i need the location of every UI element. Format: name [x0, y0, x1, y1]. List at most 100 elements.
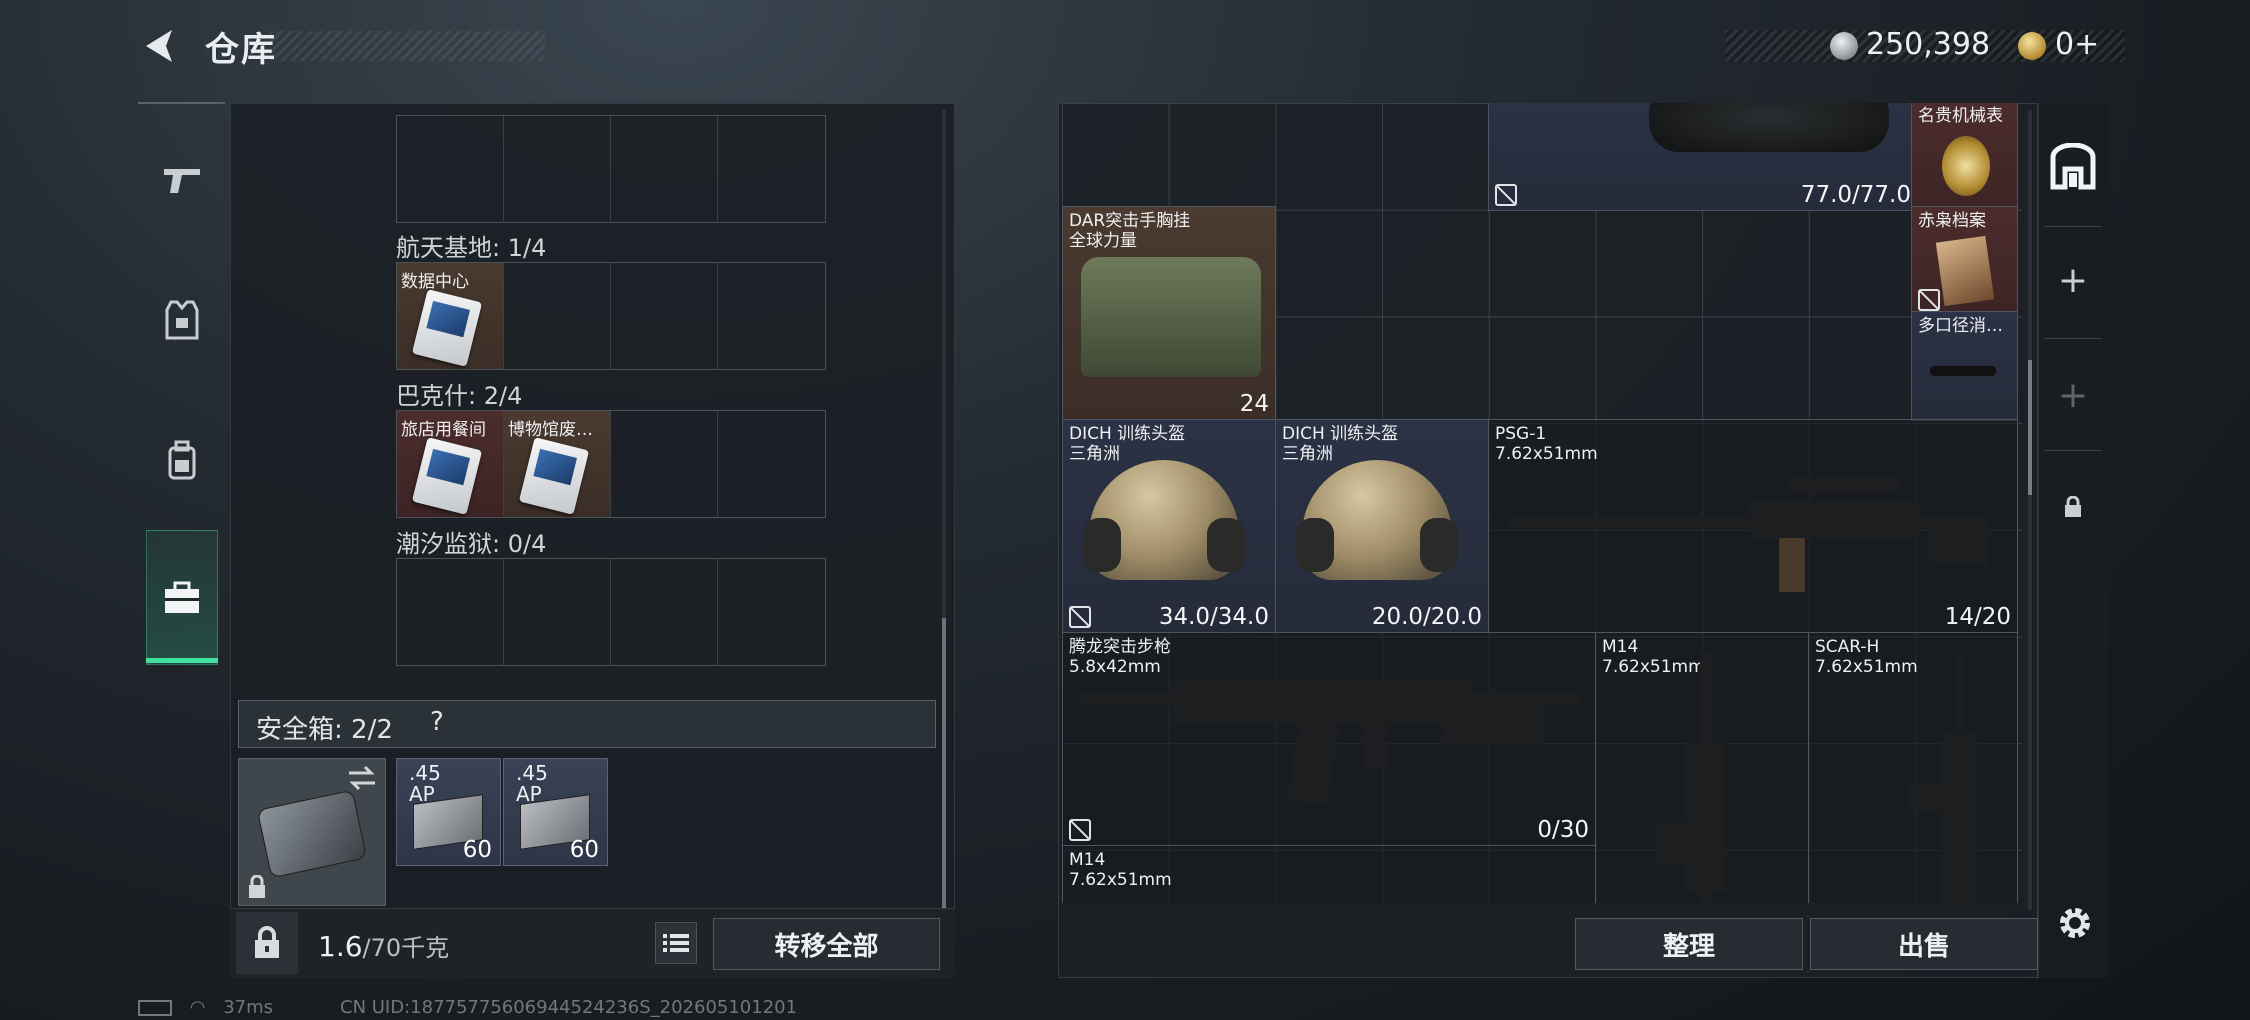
backpack-icon [168, 440, 195, 480]
bond-amount[interactable]: 0+ [2055, 27, 2099, 62]
grid-slot[interactable] [718, 559, 825, 665]
item-name: PSG-1 7.62x51mm [1495, 424, 1598, 464]
grid-slot[interactable] [611, 263, 718, 369]
page-title: 仓库 [205, 30, 277, 70]
sidebar-divider [2044, 450, 2102, 451]
stash-item[interactable]: DICH 训练头盔 三角洲 34.0/34.0 [1062, 419, 1276, 633]
help-icon[interactable]: ? [430, 707, 444, 737]
ammo-item[interactable]: .45 AP 60 [503, 758, 608, 866]
stash-item[interactable]: M14 7.62x51mm [1062, 845, 1596, 903]
right-scrollbar-thumb[interactable] [2028, 360, 2032, 495]
stash-item[interactable]: PSG-1 7.62x51mm 14/20 [1488, 419, 2018, 633]
grid-slot[interactable] [611, 116, 718, 222]
sidebar-divider [2044, 338, 2102, 339]
lock-icon[interactable] [2040, 472, 2106, 542]
item-title: DICH 训练头盔 [1282, 424, 1399, 444]
grid-slot[interactable] [718, 411, 825, 517]
doc-item[interactable]: 数据中心 [397, 263, 504, 369]
vest-icon [165, 300, 198, 340]
stash-item[interactable]: 赤枭档案 [1911, 206, 2018, 316]
ammo-count: 60 [569, 837, 599, 863]
ammo-item[interactable]: .45 AP 60 [396, 758, 501, 866]
no-durability-icon [1069, 819, 1091, 841]
stash-item[interactable]: 名贵机械表 [1911, 103, 2018, 211]
doc-item[interactable]: 博物馆废… [504, 411, 611, 517]
item-title: DAR突击手胸挂 [1069, 211, 1191, 231]
container-icon[interactable] [2040, 132, 2106, 202]
grid-slot[interactable] [718, 263, 825, 369]
title-decoration [270, 31, 545, 61]
list-view-button[interactable] [655, 922, 697, 964]
item-name: 名贵机械表 [1918, 106, 2003, 126]
toolbox-icon [165, 581, 199, 613]
stash-item[interactable]: M14 7.62x51mm [1595, 632, 1809, 903]
doc-item[interactable]: 旅店用餐间 [397, 411, 504, 517]
no-durability-icon [1918, 289, 1940, 311]
section-label: 巴克什: 2/4 [396, 382, 523, 410]
right-scrollbar[interactable] [2028, 110, 2032, 910]
stash-item[interactable]: 77.0/77.0 [1488, 103, 1918, 211]
item-value: 34.0/34.0 [1158, 604, 1269, 630]
grid-slot[interactable] [504, 263, 611, 369]
grid-slot[interactable] [611, 411, 718, 517]
item-subtitle: 7.62x51mm [1815, 657, 1918, 677]
item-value: 14/20 [1944, 604, 2011, 630]
grid-slot[interactable] [397, 116, 504, 222]
sell-button[interactable]: 出售 [1810, 918, 2038, 970]
safe-box-label: 安全箱: 2/2 [256, 715, 393, 745]
sort-button[interactable]: 整理 [1575, 918, 1803, 970]
item-name: 多口径消… [1918, 316, 2003, 336]
item-value: 24 [1239, 391, 1269, 417]
item-name: DAR突击手胸挂 全球力量 [1069, 211, 1190, 251]
grid-slot[interactable] [397, 559, 504, 665]
grid-slot[interactable] [504, 116, 611, 222]
stash-item[interactable]: DICH 训练头盔 三角洲 20.0/20.0 [1275, 419, 1489, 633]
ammo-count: 60 [462, 837, 492, 863]
document-icon [411, 437, 483, 515]
item-title: PSG-1 [1495, 424, 1547, 444]
helmet-icon [1296, 460, 1458, 580]
item-value: 77.0/77.0 [1800, 182, 1911, 208]
lock-button[interactable] [236, 912, 298, 974]
back-arrow-icon[interactable] [138, 26, 178, 66]
item-subtitle: 三角洲 [1282, 444, 1333, 464]
nav-tab-guns[interactable] [138, 115, 225, 245]
nav-tab-case[interactable] [146, 530, 218, 665]
gear-icon[interactable] [2050, 898, 2100, 948]
grid-slot[interactable] [504, 559, 611, 665]
bond-coin-icon [2018, 32, 2046, 60]
stash-item[interactable]: 腾龙突击步枪 5.8x42mm 0/30 [1062, 632, 1596, 846]
grid-slot[interactable] [718, 116, 825, 222]
grid-slot[interactable] [611, 559, 718, 665]
chest-rig-icon [1081, 257, 1261, 377]
item-name: M14 7.62x51mm [1069, 850, 1172, 890]
item-name: 博物馆废… [508, 420, 593, 440]
stash-item[interactable]: 多口径消… [1911, 311, 2018, 421]
item-name: DICH 训练头盔 三角洲 [1282, 424, 1398, 464]
item-name: SCAR-H 7.62x51mm [1815, 637, 1918, 677]
document-icon [411, 289, 483, 367]
add-tab-button[interactable]: + [2040, 245, 2106, 315]
wifi-icon: ◠ [189, 997, 206, 1018]
swap-icon[interactable] [347, 765, 377, 791]
item-title: M14 [1069, 850, 1106, 870]
transfer-all-button[interactable]: 转移全部 [713, 918, 940, 970]
left-scrollbar-thumb[interactable] [942, 618, 946, 908]
safe-box-icon [256, 789, 368, 879]
nav-tab-backpack[interactable] [138, 395, 225, 525]
weight-max: /70千克 [362, 934, 450, 962]
stash-item[interactable]: SCAR-H 7.62x51mm [1808, 632, 2018, 903]
weight-readout: 1.6/70千克 [318, 928, 449, 963]
tekniq-coin-icon [1830, 32, 1858, 60]
suppressor-icon [1930, 366, 1996, 376]
uid-label: CN UID:18775775606944524236S_20260510120… [340, 997, 798, 1018]
safe-box-slot[interactable] [238, 758, 386, 906]
stash-item[interactable]: DAR突击手胸挂 全球力量 24 [1062, 206, 1276, 420]
add-tab-button[interactable]: + [2040, 360, 2106, 430]
nav-tab-armor[interactable] [138, 255, 225, 385]
collection-grid [396, 115, 826, 223]
container-item-icon [1649, 103, 1889, 152]
item-value: 20.0/20.0 [1371, 604, 1482, 630]
item-title: DICH 训练头盔 [1069, 424, 1186, 444]
watch-icon [1942, 136, 1990, 196]
